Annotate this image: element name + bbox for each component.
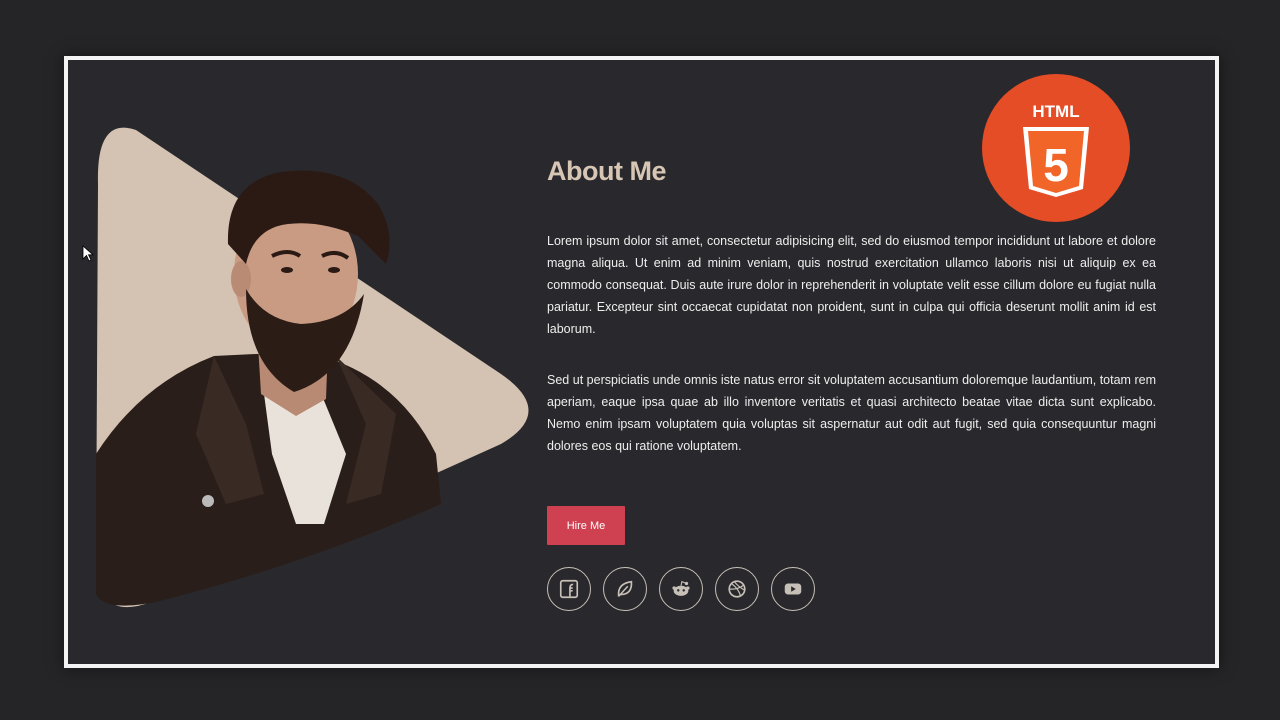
youtube-link[interactable] xyxy=(771,567,815,611)
facebook-icon xyxy=(559,579,579,599)
html5-logo: HTML 5 xyxy=(981,73,1131,223)
about-title: About Me xyxy=(547,156,666,186)
about-paragraph-2: Sed ut perspiciatis unde omnis iste natu… xyxy=(547,373,1156,453)
dribbble-link[interactable] xyxy=(715,567,759,611)
html5-logo-number: 5 xyxy=(1043,139,1069,191)
leaf-icon xyxy=(617,580,633,597)
profile-portrait xyxy=(96,124,536,614)
about-card: HTML 5 About Me Lorem ipsum dolor sit am… xyxy=(64,56,1219,668)
leaf-link[interactable] xyxy=(603,567,647,611)
facebook-link[interactable] xyxy=(547,567,591,611)
about-paragraph-1: Lorem ipsum dolor sit amet, consectetur … xyxy=(547,234,1156,336)
reddit-icon xyxy=(672,580,690,596)
hire-me-button[interactable]: Hire Me xyxy=(547,506,625,545)
mouse-cursor-icon xyxy=(82,245,94,262)
social-links xyxy=(547,567,815,611)
dribbble-icon xyxy=(728,580,746,598)
youtube-icon xyxy=(784,583,802,595)
reddit-link[interactable] xyxy=(659,567,703,611)
html5-logo-text: HTML xyxy=(1032,102,1079,121)
